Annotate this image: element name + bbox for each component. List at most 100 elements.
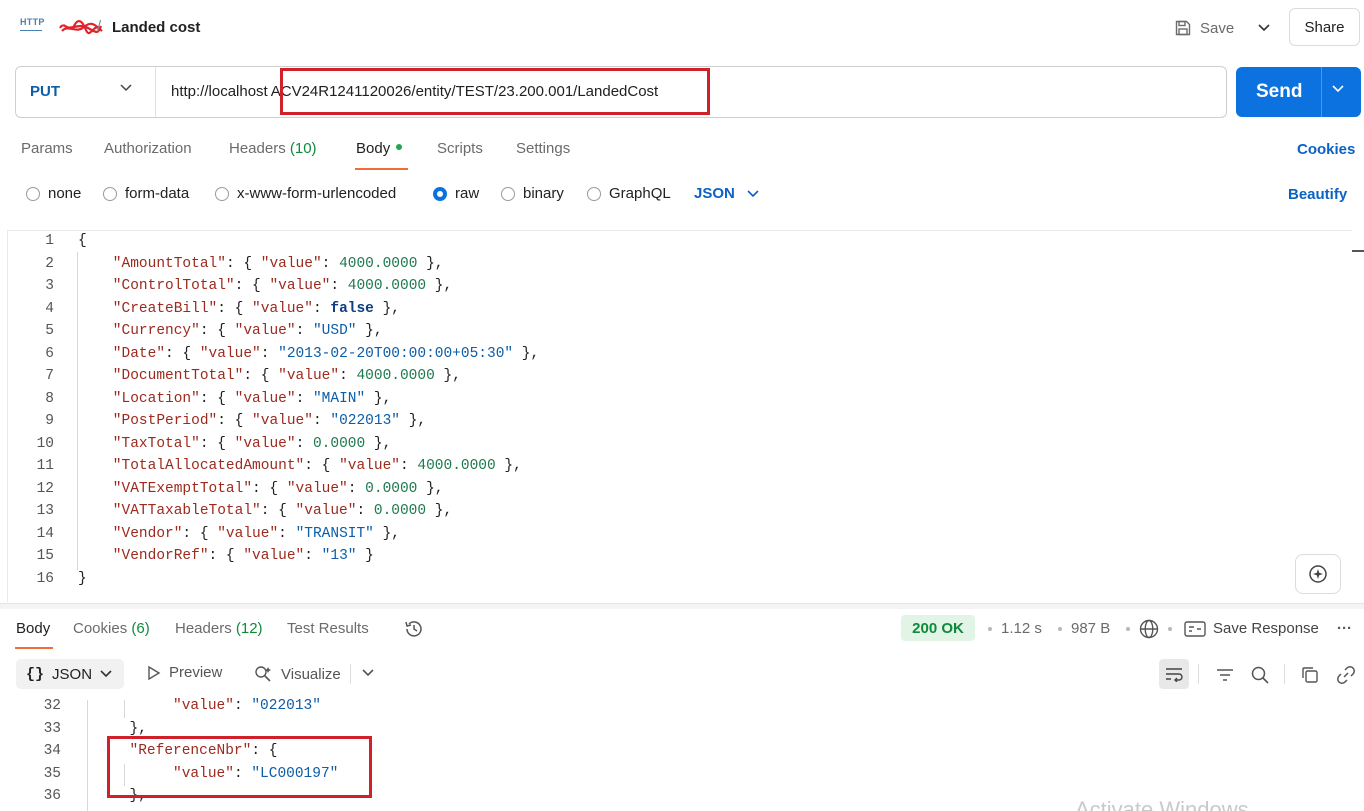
copy-button[interactable] <box>1297 662 1323 688</box>
code-token: : { <box>243 368 279 384</box>
code-token: "PostPeriod" <box>78 413 218 429</box>
code-line: 16} <box>8 571 1348 593</box>
tab-body[interactable]: Body <box>356 140 403 157</box>
code-text: "VendorRef": { "value": "13" } <box>78 548 374 564</box>
link-button[interactable] <box>1333 662 1359 688</box>
tab-headers[interactable]: Headers (10) <box>229 140 317 157</box>
code-token: : { <box>165 345 200 362</box>
request-title[interactable]: Landed cost <box>112 19 200 36</box>
wrap-lines-button[interactable] <box>1159 659 1189 689</box>
response-time[interactable]: 1.12 s <box>1001 620 1042 637</box>
code-token: 0.0000 <box>365 480 418 497</box>
code-token: "value" <box>199 345 261 362</box>
radio-urlencoded[interactable]: x-www-form-urlencoded <box>215 185 396 202</box>
beautify-button[interactable]: Beautify <box>1288 186 1347 203</box>
radio-raw[interactable]: raw <box>433 185 479 202</box>
code-token: "13" <box>321 548 357 564</box>
status-badge[interactable]: 200 OK <box>901 615 975 641</box>
code-token: "value" <box>339 458 400 474</box>
chevron-down-icon[interactable] <box>1332 85 1344 93</box>
response-tab-headers[interactable]: Headers (12) <box>175 620 263 637</box>
code-token: "AmountTotal" <box>78 255 226 272</box>
code-token: : <box>312 300 331 317</box>
preview-button[interactable]: Preview <box>147 664 222 681</box>
code-line: 9 "PostPeriod": { "value": "022013" }, <box>8 413 1348 435</box>
scrollbar[interactable] <box>1352 250 1364 252</box>
filter-button[interactable] <box>1212 662 1238 688</box>
chevron-down-icon[interactable] <box>120 84 132 92</box>
reference-number-highlight-box <box>107 736 372 798</box>
code-token: : { <box>252 480 287 497</box>
radio-graphql[interactable]: GraphQL <box>587 185 671 202</box>
send-button[interactable]: Send <box>1236 67 1361 117</box>
share-button[interactable]: Share <box>1289 8 1360 46</box>
ai-assist-button[interactable] <box>1295 554 1341 594</box>
separator-dot <box>1058 627 1062 631</box>
divider <box>1321 67 1322 117</box>
active-tab-indicator <box>355 168 408 170</box>
cookies-link[interactable]: Cookies <box>1297 141 1355 158</box>
code-token: false <box>330 300 374 317</box>
radio-none[interactable]: none <box>26 185 81 202</box>
request-body-editor[interactable]: 1{2 "AmountTotal": { "value": 4000.0000 … <box>7 230 1352 602</box>
tab-scripts[interactable]: Scripts <box>437 140 483 157</box>
globe-icon[interactable] <box>1138 618 1160 640</box>
save-response-button[interactable]: Save Response <box>1213 620 1319 637</box>
code-token: }, <box>86 720 147 737</box>
visualize-button[interactable]: Visualize <box>253 664 341 684</box>
tab-params[interactable]: Params <box>21 140 73 157</box>
save-options-button[interactable] <box>1254 14 1274 42</box>
indent-guide <box>87 700 88 811</box>
divider <box>350 664 351 684</box>
code-token: 4000.0000 <box>339 255 418 272</box>
line-number: 1 <box>45 233 54 249</box>
code-line: 3 "ControlTotal": { "value": 4000.0000 }… <box>8 278 1348 300</box>
braces-icon: {} <box>26 665 45 683</box>
radio-form-data[interactable]: form-data <box>103 185 189 202</box>
response-tab-cookies[interactable]: Cookies (6) <box>73 620 150 637</box>
code-token: "value" <box>234 323 296 339</box>
code-token: } <box>356 548 374 564</box>
language-select[interactable]: JSON <box>694 185 759 202</box>
line-number: 8 <box>45 390 54 407</box>
response-tab-test-results[interactable]: Test Results <box>287 620 369 637</box>
code-token: : <box>321 255 340 272</box>
code-text: } <box>78 571 87 587</box>
code-token: "MAIN" <box>312 390 366 407</box>
chevron-down-icon <box>747 189 759 197</box>
response-format-select[interactable]: {} JSON <box>16 659 124 689</box>
code-text: { <box>78 233 87 249</box>
history-icon[interactable] <box>403 618 425 640</box>
code-token: "value" <box>234 390 296 407</box>
code-token: "value" <box>243 548 305 564</box>
response-size[interactable]: 987 B <box>1071 620 1110 637</box>
code-text: "AmountTotal": { "value": 4000.0000 }, <box>78 256 444 272</box>
radio-binary[interactable]: binary <box>501 185 564 202</box>
code-token: "value" <box>295 503 357 519</box>
tab-authorization[interactable]: Authorization <box>104 140 192 157</box>
save-button[interactable]: Save <box>1174 14 1234 42</box>
search-button[interactable] <box>1247 662 1273 688</box>
code-text: "PostPeriod": { "value": "022013" }, <box>78 413 426 429</box>
chevron-down-icon[interactable] <box>362 669 374 677</box>
response-tab-body[interactable]: Body <box>16 620 50 637</box>
separator-dot <box>1168 627 1172 631</box>
code-text: "CreateBill": { "value": false }, <box>78 301 400 317</box>
line-number: 10 <box>36 435 54 452</box>
code-token: "VendorRef" <box>78 548 209 564</box>
code-text: "TotalAllocatedAmount": { "value": 4000.… <box>78 458 522 474</box>
http-method-select[interactable]: PUT <box>30 83 60 100</box>
code-token: "value" <box>252 413 313 429</box>
code-line: 5 "Currency": { "value": "USD" }, <box>8 323 1348 345</box>
tab-settings[interactable]: Settings <box>516 140 570 157</box>
radio-button <box>215 186 229 201</box>
pane-splitter[interactable] <box>0 603 1364 609</box>
code-text: "ControlTotal": { "value": 4000.0000 }, <box>78 278 452 294</box>
radio-button-selected <box>433 186 447 201</box>
code-token: : <box>304 548 322 564</box>
code-text: "VATExemptTotal": { "value": 0.0000 }, <box>78 481 444 497</box>
code-token: }, <box>426 503 453 519</box>
visualize-label: Visualize <box>281 665 341 683</box>
more-options-icon[interactable]: ··· <box>1337 620 1352 637</box>
